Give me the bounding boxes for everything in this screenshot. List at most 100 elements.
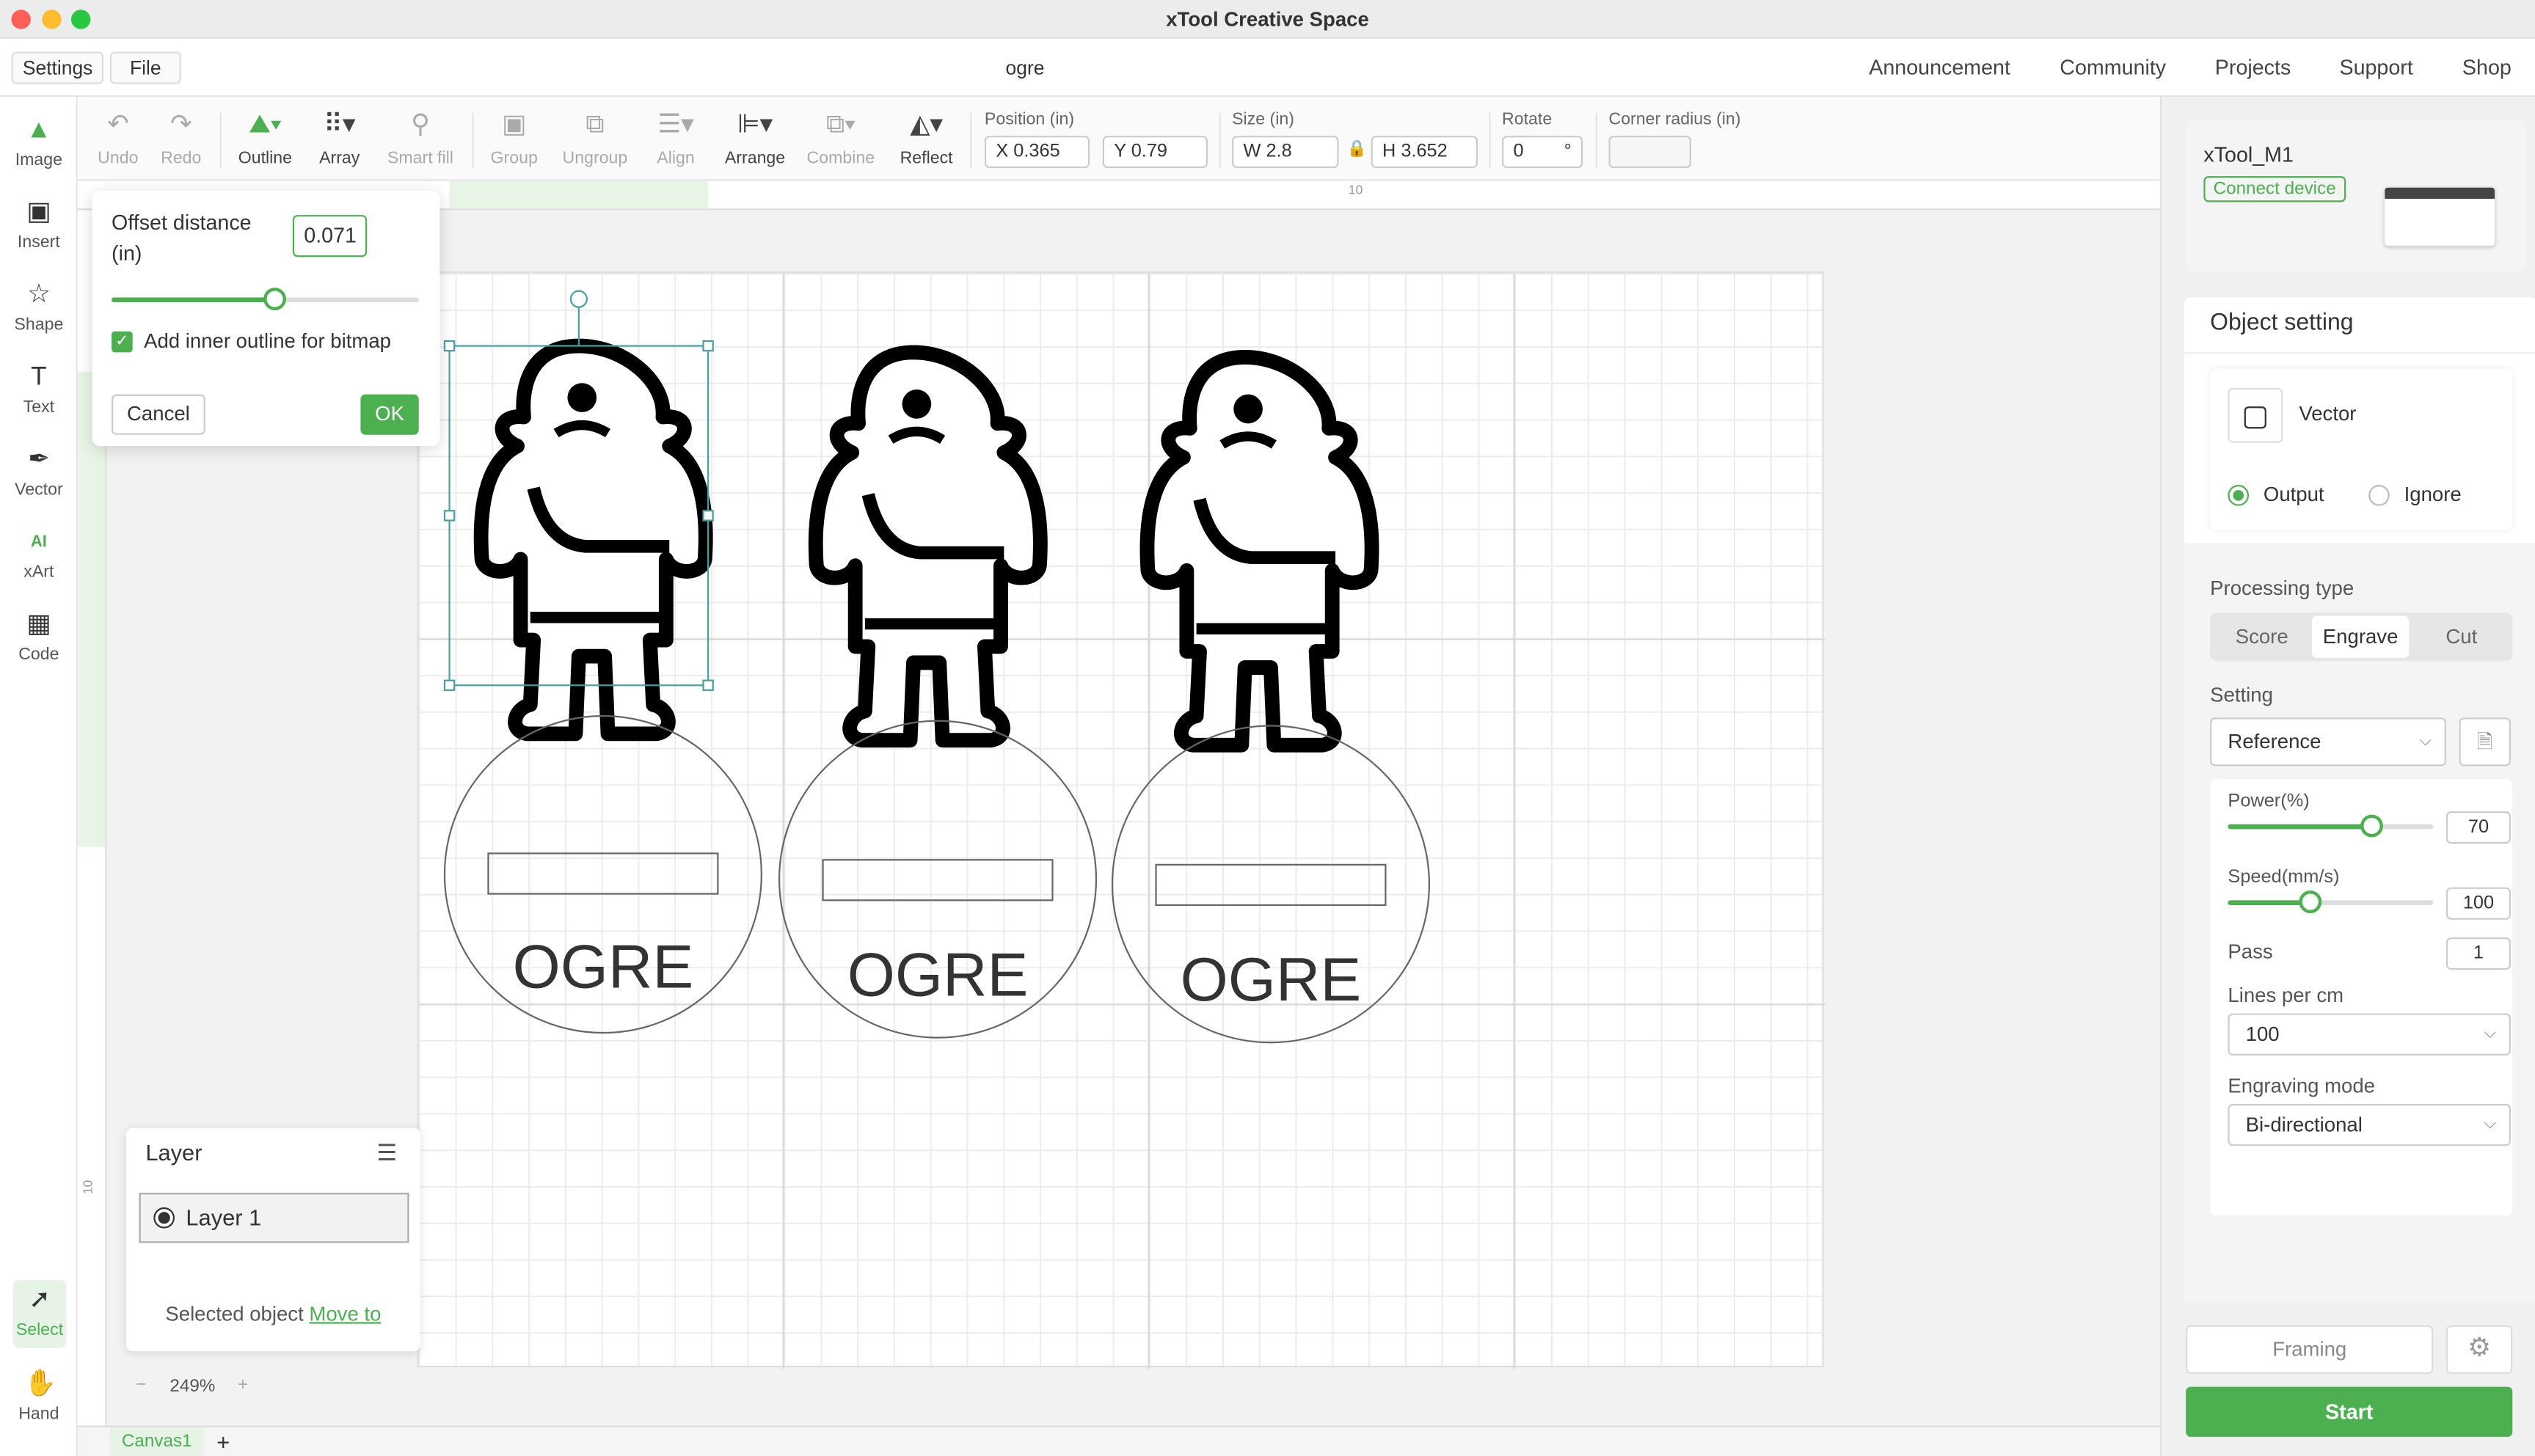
add-canvas-button[interactable]: + [216,1427,230,1456]
processing-type-label: Processing type [2210,577,2355,600]
resize-handle[interactable] [702,679,714,691]
zoom-level[interactable]: 249% [169,1377,215,1396]
rotate-input[interactable]: 0 ° [1502,136,1583,169]
speed-input[interactable]: 100 [2445,887,2512,920]
close-window-button[interactable] [11,10,31,29]
processing-engrave[interactable]: Engrave [2312,615,2410,658]
power-slider[interactable] [2228,814,2434,838]
engraving-mode-dropdown[interactable]: Bi-directional ⌵ [2228,1103,2512,1146]
divider [219,113,222,169]
layer-item[interactable]: Layer 1 [139,1193,409,1243]
position-x-input[interactable]: X 0.365 [984,136,1090,169]
tag-text[interactable]: OGRE [776,943,1100,1012]
nav-projects[interactable]: Projects [2215,55,2291,79]
speed-slider[interactable] [2228,890,2434,913]
speed-slider-fill [2228,900,2310,905]
framing-button[interactable]: Framing [2186,1325,2434,1374]
redo-button[interactable]: ↷ Redo [157,110,205,168]
output-radio[interactable] [2228,485,2250,506]
processing-score[interactable]: Score [2210,612,2313,661]
settings-button[interactable]: Settings [11,51,104,84]
ogre-figure-selected[interactable] [443,290,714,734]
tag-text[interactable]: OGRE [1109,947,1433,1017]
processing-cut[interactable]: Cut [2410,612,2512,661]
resize-handle[interactable] [702,340,714,352]
setting-dropdown[interactable]: Reference ⌵ [2210,717,2446,767]
offset-slider[interactable] [112,288,419,311]
stamp-icon: ⚲ [410,111,430,139]
align-button[interactable]: ☰▾ Align [650,110,702,168]
divider [970,113,972,169]
speed-slider-knob[interactable] [2298,890,2321,913]
maximize-window-button[interactable] [70,10,91,29]
zoom-in-button[interactable]: + [238,1375,248,1394]
tag-text[interactable]: OGRE [442,934,765,1004]
tool-shape[interactable]: ☆ Shape [0,281,78,334]
lines-per-cm-dropdown[interactable]: 100 ⌵ [2228,1013,2512,1056]
combine-label: Combine [806,148,875,169]
inner-outline-checkbox[interactable]: ✓ [112,331,133,353]
tool-code[interactable]: ▦ Code [0,611,78,665]
start-button[interactable]: Start [2186,1386,2513,1437]
nav-community[interactable]: Community [2060,55,2166,79]
move-to-link[interactable]: Move to [309,1303,381,1325]
undo-button[interactable]: ↶ Undo [94,110,142,168]
setting-label: Setting [2210,684,2273,706]
zoom-out-button[interactable]: − [136,1375,146,1394]
nav-shop[interactable]: Shop [2462,55,2512,79]
arrange-button[interactable]: ⊫▾ Arrange [721,110,789,168]
position-y-input[interactable]: Y 0.79 [1102,136,1208,169]
power-input[interactable]: 70 [2445,811,2512,844]
gear-icon[interactable]: ⚙ [2445,1325,2513,1374]
outline-button[interactable]: ⛰▾ Outline [233,110,297,168]
reflect-button[interactable]: ◭▾ Reflect [896,110,958,168]
offset-slider-knob[interactable] [263,288,286,311]
tool-vector[interactable]: ✒ Vector [0,446,78,500]
power-slider-knob[interactable] [2360,814,2383,838]
ignore-radio[interactable] [2368,485,2390,506]
height-input[interactable]: H 3.652 [1371,136,1478,169]
connect-device-button[interactable]: Connect device [2203,176,2346,202]
save-setting-button[interactable]: 🗎 [2459,717,2512,767]
nav-support[interactable]: Support [2339,55,2412,79]
layer-menu-icon[interactable]: ☰ [376,1139,397,1166]
lock-ratio-icon[interactable]: 🔒 [1347,141,1367,158]
output-label: Output [2263,483,2324,506]
layer-visibility-icon[interactable] [153,1207,175,1229]
nav-announcement[interactable]: Announcement [1869,55,2010,79]
tool-label: Shape [14,315,64,335]
inner-outline-label: Add inner outline for bitmap [144,329,391,353]
group-button[interactable]: ▣ Group [488,110,540,168]
reflect-icon: ◭▾ [910,111,944,139]
combine-button[interactable]: ⧉▾ Combine [805,110,876,168]
arrange-label: Arrange [724,148,786,169]
align-label: Align [657,148,695,169]
tool-text[interactable]: T Text [0,364,78,417]
resize-handle[interactable] [702,510,714,522]
tool-xart[interactable]: AI xArt [0,529,78,582]
tab-canvas1[interactable]: Canvas1 [109,1427,204,1456]
resize-handle[interactable] [443,340,456,352]
rotate-handle[interactable] [569,290,588,308]
ogre-figure[interactable] [816,352,1040,740]
cancel-button[interactable]: Cancel [112,394,205,435]
ogre-figure[interactable] [1147,357,1371,745]
pass-input[interactable]: 1 [2445,937,2512,970]
array-button[interactable]: ⠿▾ Array [313,110,365,168]
tool-insert[interactable]: ▣ Insert [0,199,78,252]
tool-select[interactable]: ➚ Select [12,1280,67,1348]
ungroup-icon: ⧉ [586,111,605,139]
tool-image[interactable]: ▲ Image [0,117,78,170]
ok-button[interactable]: OK [360,394,419,435]
tool-hand[interactable]: ✋ Hand [0,1371,78,1424]
divider [1219,113,1221,169]
file-button[interactable]: File [109,51,181,84]
offset-distance-input[interactable]: 0.071 [292,215,368,257]
width-input[interactable]: W 2.8 [1232,136,1339,169]
resize-handle[interactable] [443,679,456,691]
minimize-window-button[interactable] [42,10,62,29]
smart-fill-button[interactable]: ⚲ Smart fill [382,110,459,168]
resize-handle[interactable] [443,510,456,522]
corner-radius-input[interactable] [1608,136,1691,169]
ungroup-button[interactable]: ⧉ Ungroup [559,110,630,168]
